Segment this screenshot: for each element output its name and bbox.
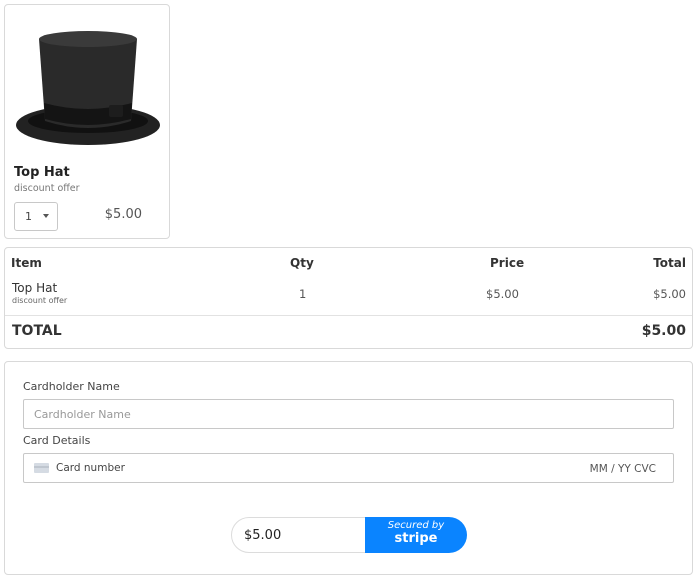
cardholder-name-input[interactable]: Cardholder Name [23, 399, 674, 429]
stripe-logo: stripe [394, 531, 438, 546]
row-qty: 1 [299, 287, 307, 301]
expiry-cvc-placeholder: MM / YY CVC [589, 463, 656, 475]
quantity-value: 1 [25, 210, 32, 223]
pay-button[interactable]: Secured by stripe [365, 517, 467, 553]
amount-value: $5.00 [244, 527, 282, 543]
chevron-down-icon [43, 214, 49, 218]
product-subtitle: discount offer [14, 183, 80, 194]
product-price: $5.00 [104, 207, 142, 222]
card-number-placeholder: Card number [56, 462, 125, 474]
product-name: Top Hat [14, 165, 70, 180]
divider [5, 315, 692, 316]
row-item-name: Top Hat [12, 281, 58, 295]
row-total: $5.00 [653, 287, 686, 301]
header-item: Item [11, 256, 42, 270]
amount-display: $5.00 [231, 517, 371, 553]
credit-card-icon [34, 463, 49, 473]
order-summary: Item Qty Price Total Top Hat discount of… [4, 247, 693, 349]
card-details-label: Card Details [23, 434, 91, 447]
cardholder-placeholder: Cardholder Name [34, 407, 131, 421]
card-number-input[interactable]: Card number MM / YY CVC [23, 453, 674, 483]
header-qty: Qty [290, 256, 314, 270]
secured-by-label: Secured by [387, 520, 445, 531]
header-total: Total [653, 256, 686, 270]
row-item-subtitle: discount offer [12, 296, 68, 305]
cardholder-label: Cardholder Name [23, 380, 120, 393]
top-hat-image [16, 31, 160, 145]
pay-control: $5.00 Secured by stripe [231, 517, 467, 553]
row-price: $5.00 [486, 287, 519, 301]
payment-form: Cardholder Name Cardholder Name Card Det… [4, 361, 693, 575]
total-value: $5.00 [641, 323, 686, 339]
product-card: Top Hat discount offer 1 $5.00 [4, 4, 170, 239]
total-label: TOTAL [12, 323, 62, 339]
quantity-select[interactable]: 1 [14, 202, 58, 231]
header-price: Price [490, 256, 525, 270]
